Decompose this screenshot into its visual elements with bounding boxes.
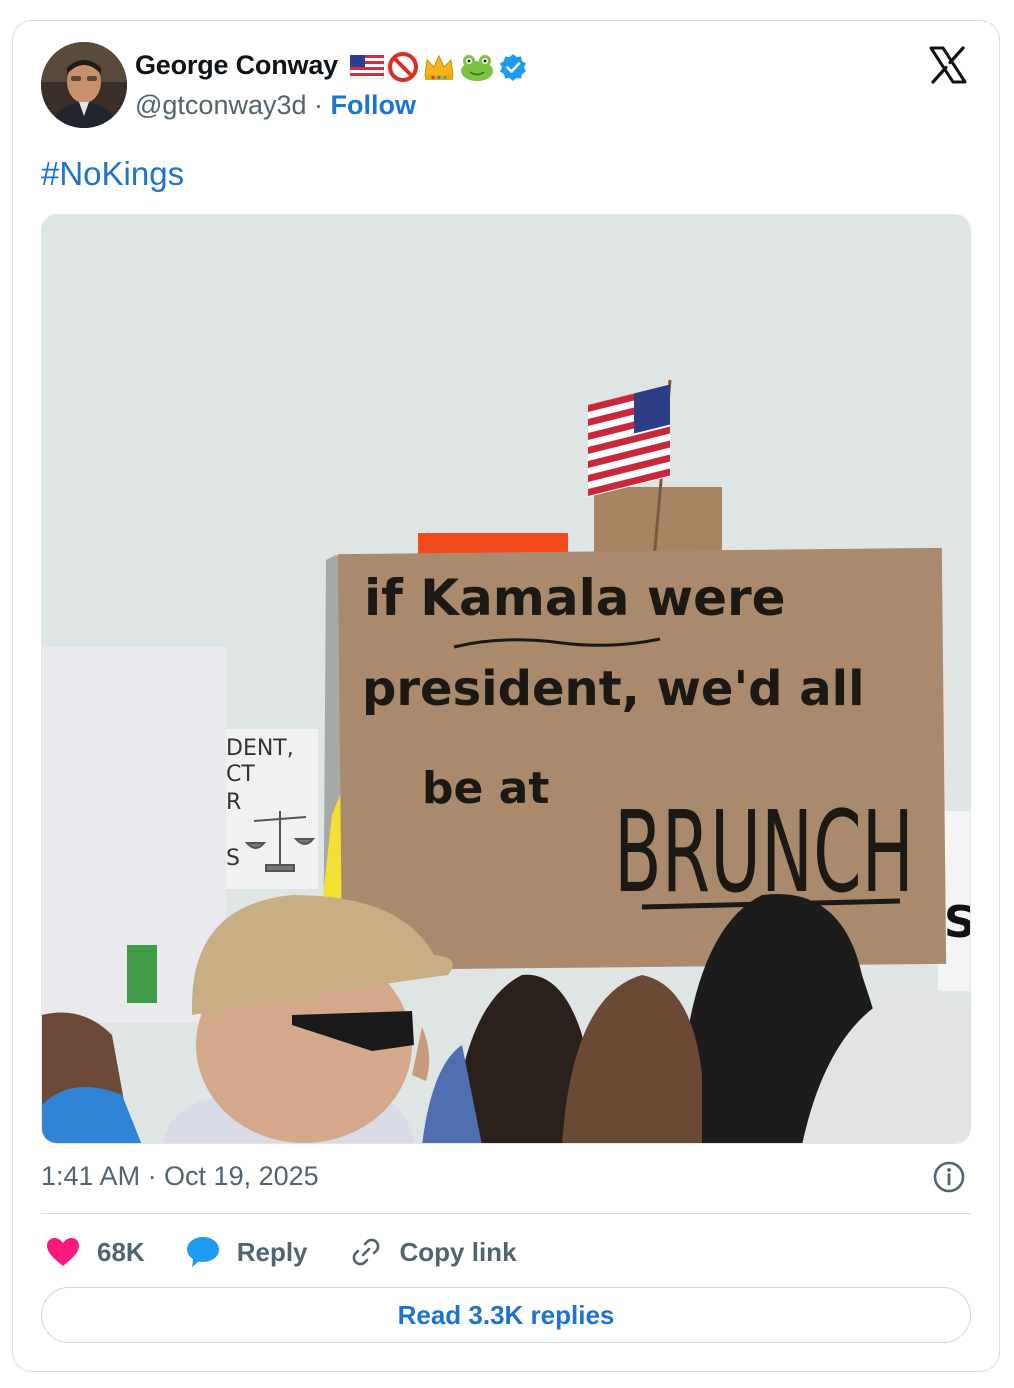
tweet-photo[interactable]: DENT, CT R S S if Kamala were president,… [41,214,971,1144]
link-icon [352,1238,379,1266]
right-sign-letter: S [944,897,971,948]
us-flag-icon [350,55,384,79]
author-name[interactable]: George Conway [135,50,338,81]
x-logo-icon[interactable] [928,45,968,85]
side-sign-line-2: CT [226,762,255,787]
handle-row: @gtconway3d · Follow [135,90,416,121]
like-count: 68K [97,1236,145,1267]
name-emojis [350,51,528,83]
read-replies-button[interactable]: Read 3.3K replies [41,1287,971,1343]
reply-bubble-icon [186,1237,219,1267]
copy-link-button[interactable]: Copy link [348,1234,517,1270]
sign-line-3: be at [422,763,549,814]
frog-icon [461,55,493,81]
copy-link-label: Copy link [399,1236,517,1267]
crown-icon [424,54,454,80]
info-icon[interactable] [932,1160,966,1194]
sign-line-2: president, we'd all [362,661,865,717]
heart-icon [47,1238,79,1266]
sign-line-1: if Kamala were [364,569,786,627]
author-avatar[interactable] [41,42,127,128]
tweet-hashtag[interactable]: #NoKings [41,155,184,193]
side-sign-line-3: R [226,790,241,815]
no-entry-icon [388,52,418,82]
divider [41,1213,971,1214]
side-sign-line-4: S [226,846,240,871]
follow-button[interactable]: Follow [331,90,416,120]
separator-dot: · [314,90,324,120]
side-sign-line-1: DENT, [226,736,294,761]
verified-badge-icon [500,54,526,81]
reply-button[interactable]: Reply [185,1235,308,1269]
tweet-timestamp[interactable]: 1:41 AM · Oct 19, 2025 [41,1161,319,1192]
author-handle[interactable]: @gtconway3d [135,90,307,120]
action-bar: 68K Reply Copy link [45,1230,557,1274]
like-button[interactable]: 68K [45,1236,145,1268]
reply-label: Reply [236,1236,308,1267]
